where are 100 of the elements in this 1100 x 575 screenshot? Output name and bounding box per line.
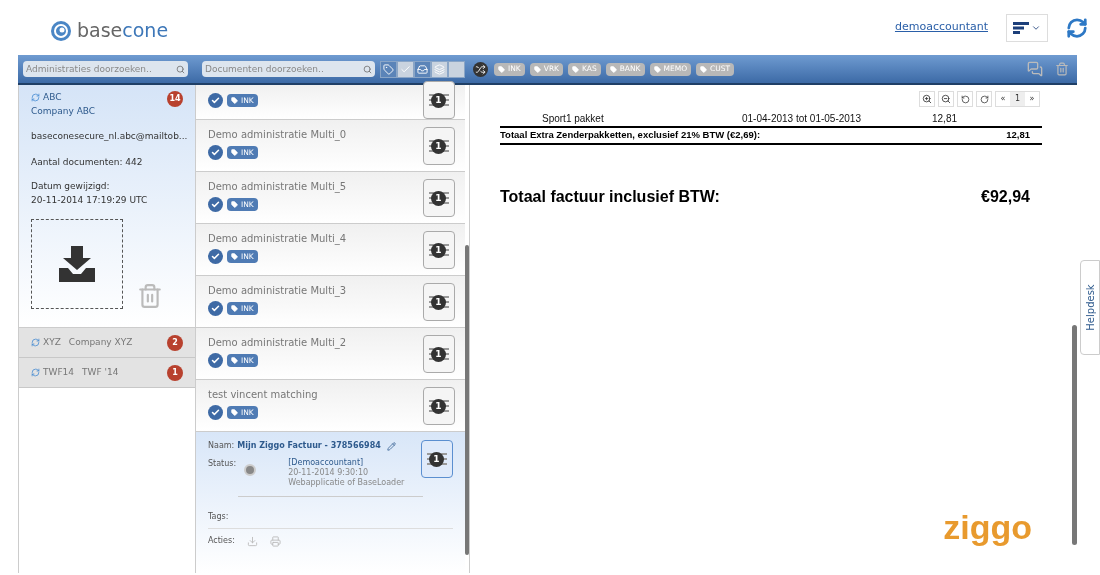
actions-label: Acties: [208, 535, 235, 547]
inbox-icon [417, 63, 428, 75]
document-icon: 1 [421, 440, 453, 478]
helpdesk-tab[interactable]: Helpdesk [1080, 260, 1100, 355]
document-count: Aantal documenten: 442 [31, 155, 144, 169]
total-label: Totaal factuur inclusief BTW: [500, 187, 720, 208]
comments-icon[interactable] [1027, 61, 1043, 77]
tag-icon [572, 65, 579, 73]
verified-badge[interactable] [208, 353, 223, 368]
check-icon [400, 63, 411, 75]
rotate-right-icon [979, 94, 989, 104]
verified-badge[interactable] [208, 93, 223, 108]
trash-icon[interactable] [1055, 62, 1069, 76]
administration-row[interactable]: TWF14 TWF '14 1 [19, 358, 195, 388]
document-name: Mijn Ziggo Factuur - 378566984 [237, 440, 381, 452]
logo-icon [50, 19, 72, 42]
tag-icon [231, 357, 238, 364]
document-icon: 1 [423, 231, 455, 269]
user-link[interactable]: demoaccountant [894, 19, 988, 36]
refresh-icon[interactable] [1066, 16, 1088, 39]
ziggo-logo: ziggo [943, 507, 1032, 548]
filter-toggle[interactable] [414, 60, 431, 78]
download-tray-icon [57, 244, 97, 284]
check-icon [211, 408, 220, 417]
document-icon: 1 [423, 335, 455, 373]
check-icon [211, 148, 220, 157]
status-user: [Demoaccountant] [288, 458, 365, 468]
document-title: Demo administratie Multi_0 [208, 128, 347, 142]
total-amount: €92,94 [981, 187, 1030, 208]
check-icon [211, 356, 220, 365]
tag-icon [383, 63, 394, 75]
sync-icon [31, 93, 40, 103]
zoom-in-button[interactable] [919, 91, 935, 107]
administration-card[interactable]: ABC Company ABC 14 baseconesecure_nl.abc@mailtob... Aantal documenten: 442 Datum gewijzigd: 20-11-2014 17:19:29 UTC [19, 85, 195, 328]
tags-label: Tags: [208, 511, 230, 523]
tag-icon [231, 253, 238, 260]
status-label: Status: [208, 458, 237, 470]
check-icon [211, 200, 220, 209]
zoom-out-button[interactable] [938, 91, 954, 107]
verified-badge[interactable] [208, 405, 223, 420]
tag-icon [609, 65, 617, 73]
name-label: Naam: [208, 440, 235, 452]
document-icon: 1 [423, 387, 455, 425]
tag-icon [533, 65, 541, 73]
filter-toggle[interactable] [380, 60, 397, 78]
count-badge: 2 [167, 334, 183, 351]
verified-badge[interactable] [208, 249, 223, 264]
check-icon [211, 304, 220, 313]
sort-menu-button[interactable] [1006, 13, 1048, 42]
invoice-period: 01-04-2013 tot 01-05-2013 [742, 112, 862, 126]
modified-date: 20-11-2014 17:19:29 UTC [31, 193, 149, 207]
zoom-out-icon [941, 94, 951, 104]
scrollbar[interactable] [465, 245, 469, 555]
tag-icon [498, 65, 505, 73]
verified-badge[interactable] [208, 145, 223, 160]
administration-name: Company XYZ [68, 335, 133, 349]
check-icon [211, 96, 220, 105]
document-icon: 1 [423, 283, 455, 321]
previous-page-button[interactable]: « [996, 92, 1010, 106]
tag-icon [231, 149, 238, 156]
subtotal-label: Totaal Extra Zenderpakketten, exclusief 21% BTW (€2,69): [500, 128, 761, 142]
tag-icon [653, 65, 661, 73]
sync-icon [31, 338, 40, 347]
rotate-left-button[interactable] [957, 91, 973, 107]
tag-icon [231, 97, 238, 104]
verified-badge[interactable] [208, 301, 223, 316]
filter-toggle[interactable] [431, 60, 448, 78]
search-icon[interactable] [363, 64, 372, 74]
status-date: 20-11-2014 9:30:10 [288, 468, 370, 478]
rotate-right-button[interactable] [976, 91, 992, 107]
filter-toggle[interactable] [448, 60, 465, 78]
administration-row[interactable]: XYZ Company XYZ 2 [19, 328, 195, 358]
verified-badge[interactable] [208, 197, 223, 212]
count-badge: 14 [167, 91, 183, 107]
document-icon: 1 [423, 127, 455, 165]
upload-drop-zone[interactable] [31, 219, 123, 309]
check-icon [211, 252, 220, 261]
sync-icon [31, 368, 40, 377]
logo-text: basecone [77, 18, 169, 44]
shuffle-icon[interactable] [473, 61, 488, 77]
administration-name: TWF '14 [82, 365, 119, 379]
filter-toggle[interactable] [397, 60, 414, 78]
document-title: Demo administratie Multi_2 [208, 336, 347, 350]
administration-code: TWF14 [43, 365, 75, 379]
subtotal-amount: 12,81 [1006, 128, 1030, 142]
administration-name: Company ABC [31, 104, 96, 118]
status-source: Webapplicatie of BaseLoader [288, 478, 405, 488]
next-page-button[interactable]: » [1025, 92, 1039, 106]
document-title: Demo administratie Multi_3 [208, 284, 347, 298]
rotate-left-icon [960, 94, 970, 104]
zoom-in-icon [922, 94, 932, 104]
document-title: Demo administratie Multi_5 [208, 180, 347, 194]
invoice-amount: 12,81 [932, 112, 958, 126]
tag-icon [231, 409, 238, 416]
layers-icon [434, 63, 445, 75]
sort-icon [1013, 21, 1029, 34]
edit-icon[interactable] [386, 441, 396, 451]
search-icon[interactable] [176, 64, 185, 74]
scrollbar[interactable] [1072, 325, 1077, 545]
document-icon: 1 [423, 81, 455, 119]
